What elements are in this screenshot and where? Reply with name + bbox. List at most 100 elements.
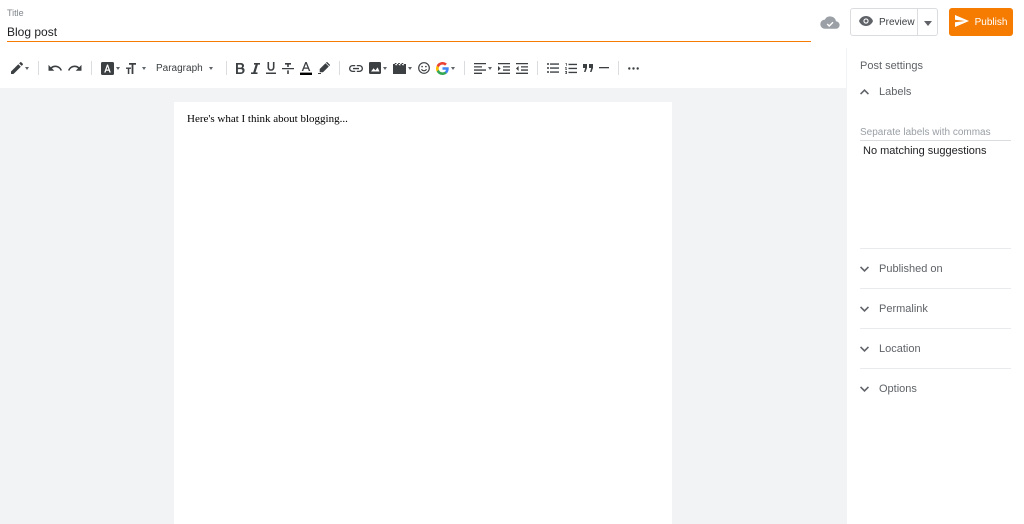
- caret-down-icon: [450, 66, 455, 70]
- insert-emoji-button[interactable]: [417, 56, 430, 80]
- quote-button[interactable]: [582, 56, 593, 80]
- chevron-down-icon: [860, 383, 869, 395]
- labels-input[interactable]: [860, 124, 1011, 141]
- redo-icon: [68, 63, 82, 73]
- publish-label: Publish: [974, 16, 1008, 28]
- post-body-editor[interactable]: Here's what I think about blogging...: [174, 102, 672, 524]
- paragraph-style-label: Paragraph: [156, 62, 203, 74]
- text-color-icon: [299, 61, 312, 75]
- section-label: Location: [879, 342, 921, 355]
- caret-down-icon: [407, 66, 412, 70]
- toolbar-divider: [617, 61, 619, 75]
- alignment-button[interactable]: [473, 56, 492, 80]
- section-label: Options: [879, 382, 917, 395]
- paragraph-style-dropdown[interactable]: Paragraph: [152, 56, 217, 80]
- location-section[interactable]: Location: [860, 328, 1011, 368]
- labels-section-toggle[interactable]: Labels: [860, 86, 911, 98]
- redo-button[interactable]: [68, 56, 82, 80]
- section-label: Published on: [879, 262, 943, 275]
- toolbar-divider: [91, 61, 92, 75]
- header-bar: Title Preview: [0, 0, 1024, 48]
- horizontal-rule-button[interactable]: [598, 56, 609, 80]
- highlight-button[interactable]: [317, 56, 330, 80]
- preview-label: Preview: [879, 16, 915, 28]
- font-size-icon: [126, 62, 140, 74]
- pencil-icon: [11, 62, 23, 74]
- google-search-button[interactable]: [435, 56, 455, 80]
- image-icon: [368, 62, 381, 74]
- preview-button-group: Preview: [850, 8, 938, 36]
- undo-button[interactable]: [48, 56, 62, 80]
- caret-down-icon: [923, 13, 932, 31]
- toolbar-divider: [38, 61, 39, 75]
- underline-button[interactable]: [265, 56, 276, 80]
- send-icon: [954, 14, 969, 30]
- more-icon: [627, 66, 639, 70]
- caret-down-icon: [25, 66, 29, 70]
- link-icon: [348, 64, 363, 72]
- options-section[interactable]: Options: [860, 368, 1011, 408]
- font-family-button[interactable]: [101, 56, 120, 80]
- highlight-icon: [317, 62, 330, 74]
- bold-button[interactable]: [235, 56, 245, 80]
- compose-mode-button[interactable]: [11, 56, 29, 80]
- bulleted-list-icon: [546, 63, 559, 73]
- toolbar-divider: [338, 61, 340, 75]
- eye-icon: [859, 15, 873, 29]
- publish-button[interactable]: Publish: [949, 8, 1013, 36]
- preview-button[interactable]: Preview: [851, 9, 918, 35]
- bulleted-list-button[interactable]: [546, 56, 559, 80]
- quote-icon: [582, 64, 593, 72]
- indent-icon: [497, 62, 510, 74]
- undo-icon: [48, 63, 62, 73]
- label-suggestions-text: No matching suggestions: [863, 145, 987, 157]
- indent-button[interactable]: [497, 56, 510, 80]
- insert-video-button[interactable]: [392, 56, 412, 80]
- italic-icon: [250, 62, 260, 74]
- horizontal-rule-icon: [598, 67, 609, 69]
- italic-button[interactable]: [250, 56, 260, 80]
- bold-icon: [235, 62, 245, 74]
- outdent-button[interactable]: [515, 56, 528, 80]
- text-color-button[interactable]: [299, 56, 312, 80]
- insert-link-button[interactable]: [348, 56, 363, 80]
- permalink-section[interactable]: Permalink: [860, 288, 1011, 328]
- strikethrough-button[interactable]: [281, 56, 294, 80]
- blog-editor-app: Title Preview: [0, 0, 1024, 524]
- video-icon: [392, 62, 406, 74]
- caret-down-icon: [382, 66, 387, 70]
- underline-icon: [265, 62, 276, 74]
- labels-heading: Labels: [879, 86, 912, 98]
- caret-down-icon: [116, 66, 120, 70]
- caret-down-icon: [487, 66, 492, 70]
- post-settings-title: Post settings: [860, 60, 923, 72]
- chevron-down-icon: [860, 303, 869, 315]
- post-settings-panel: Post settings Labels No matching suggest…: [846, 48, 1024, 524]
- post-body-text: Here's what I think about blogging...: [187, 113, 348, 125]
- chevron-down-icon: [860, 343, 869, 355]
- section-label: Permalink: [879, 302, 928, 315]
- insert-image-button[interactable]: [368, 56, 387, 80]
- cloud-saved-icon: [820, 14, 840, 30]
- emoji-icon: [417, 62, 430, 74]
- google-icon: [435, 61, 449, 75]
- font-family-icon: [101, 61, 114, 75]
- preview-options-button[interactable]: [918, 9, 937, 35]
- numbered-list-button[interactable]: [564, 56, 577, 80]
- published-on-section[interactable]: Published on: [860, 248, 1011, 288]
- chevron-down-icon: [860, 263, 869, 275]
- caret-down-icon: [208, 66, 213, 70]
- more-options-button[interactable]: [627, 56, 639, 80]
- toolbar-divider: [225, 61, 227, 75]
- strikethrough-icon: [281, 62, 294, 74]
- align-left-icon: [473, 62, 486, 74]
- outdent-icon: [515, 62, 528, 74]
- numbered-list-icon: [564, 62, 577, 74]
- caret-down-icon: [142, 66, 146, 70]
- toolbar-divider: [463, 61, 465, 75]
- formatting-toolbar: Paragraph: [0, 48, 846, 88]
- title-input[interactable]: [7, 23, 811, 42]
- toolbar-divider: [536, 61, 538, 75]
- chevron-up-icon: [860, 86, 869, 98]
- font-size-button[interactable]: [126, 56, 146, 80]
